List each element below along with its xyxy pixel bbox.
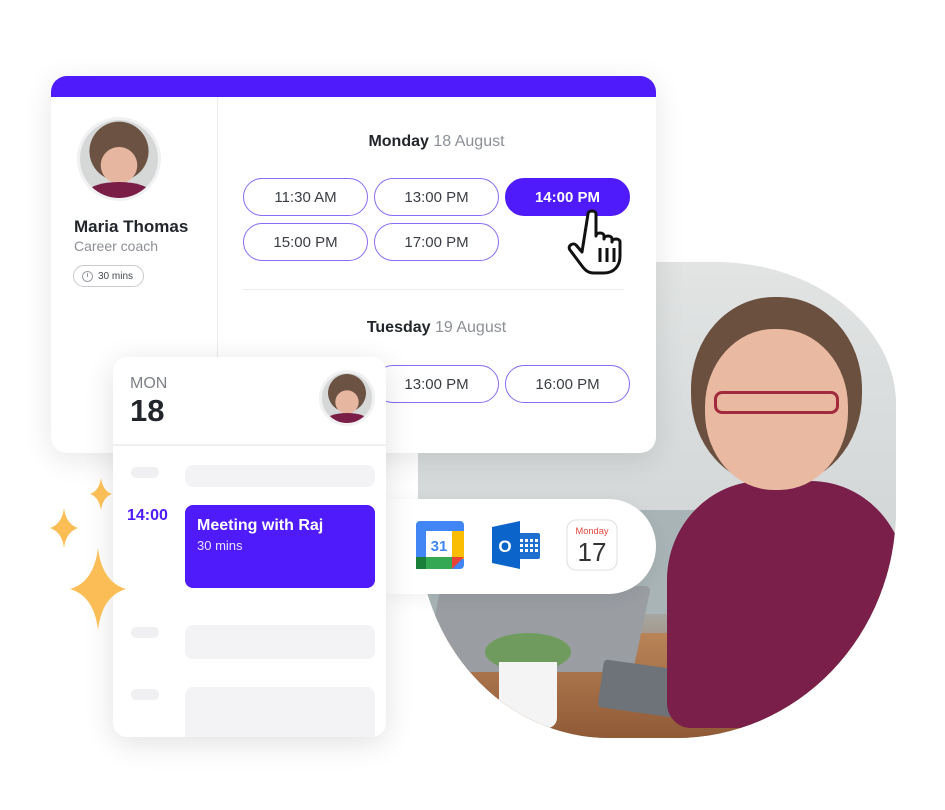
time-slot[interactable]: 17:00 PM — [374, 223, 499, 261]
time-slot[interactable]: 11:30 AM — [243, 178, 368, 216]
placeholder-time — [131, 627, 159, 638]
day-number: 18 — [130, 393, 165, 428]
event-time: 14:00 — [127, 507, 168, 524]
placeholder-event — [185, 465, 375, 487]
photo-person-body — [666, 480, 896, 729]
event-title: Meeting with Raj — [197, 517, 324, 534]
placeholder-time — [131, 467, 159, 478]
apple-calendar-icon[interactable]: Monday 17 — [566, 519, 618, 571]
day-date: 18 August — [433, 133, 505, 150]
time-slot[interactable]: 13:00 PM — [374, 365, 499, 403]
day-heading-tuesday: Tuesday 19 August — [134, 319, 656, 337]
host-avatar-small — [319, 370, 375, 426]
day-date: 19 August — [435, 319, 507, 336]
host-name: Maria Thomas — [74, 217, 189, 236]
time-slot[interactable]: 15:00 PM — [243, 223, 368, 261]
day-name: Monday — [368, 133, 429, 150]
calendar-integrations: 31 O Monday 17 — [386, 499, 656, 594]
day-heading-monday: Monday 18 August — [134, 133, 656, 151]
day-of-week: MON — [130, 375, 168, 392]
google-calendar-icon[interactable]: 31 — [414, 519, 466, 571]
event-block[interactable]: Meeting with Raj 30 mins — [185, 505, 375, 588]
time-slot[interactable]: 16:00 PM — [505, 365, 630, 403]
sparkle-icon — [90, 478, 112, 510]
hand-pointer-icon — [567, 209, 622, 275]
photo-person-glasses — [714, 390, 839, 415]
event-duration: 30 mins — [197, 538, 243, 553]
clock-icon — [82, 270, 93, 282]
duration-label: 30 mins — [98, 270, 134, 282]
outlook-calendar-icon[interactable]: O — [490, 519, 542, 571]
day-view-divider — [113, 444, 386, 446]
outlook-label: O — [498, 537, 511, 556]
day-view-card: MON 18 14:00 Meeting with Raj 30 mins — [113, 357, 386, 737]
booking-card-header-bar — [51, 76, 656, 97]
host-role: Career coach — [74, 238, 159, 254]
sparkle-icon — [70, 548, 126, 630]
duration-badge: 30 mins — [73, 265, 145, 287]
day-divider — [243, 289, 624, 290]
day-name: Tuesday — [366, 319, 431, 336]
placeholder-event — [185, 625, 375, 659]
placeholder-event — [185, 687, 375, 737]
placeholder-time — [131, 689, 159, 700]
photo-plant-pot — [499, 661, 557, 729]
host-avatar — [77, 117, 161, 201]
time-slot[interactable]: 13:00 PM — [374, 178, 499, 216]
sparkle-icon — [50, 508, 78, 548]
apple-calendar-day: 17 — [578, 537, 607, 567]
apple-calendar-weekday: Monday — [576, 526, 609, 536]
google-calendar-label: 31 — [431, 538, 448, 555]
